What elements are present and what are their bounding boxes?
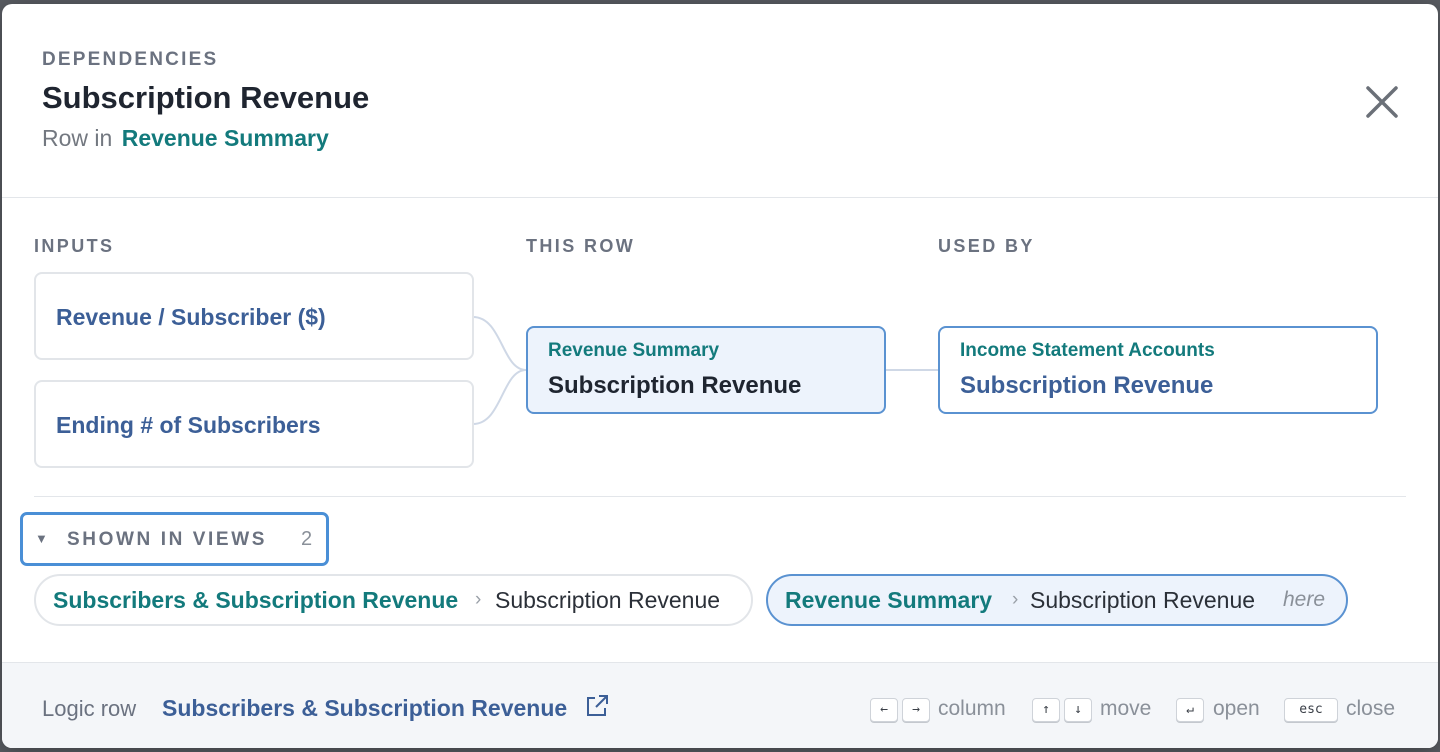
view-chip-revenue-summary[interactable]: Revenue Summary › Subscription Revenue h… bbox=[766, 574, 1348, 626]
key-down: ↓ bbox=[1064, 698, 1092, 722]
view-chip-row-name: Subscription Revenue bbox=[1030, 587, 1256, 613]
this-row-sheet: Revenue Summary bbox=[548, 340, 720, 361]
used-by-sheet: Income Statement Accounts bbox=[960, 340, 1215, 361]
view-chip-separator: › bbox=[475, 589, 482, 610]
used-by-node-income-statement[interactable]: Income Statement Accounts Subscription R… bbox=[938, 326, 1378, 414]
view-chip-row-name: Subscription Revenue bbox=[495, 587, 721, 613]
footer-lead: Logic row bbox=[42, 696, 137, 721]
shortcut-move-label: move bbox=[1100, 697, 1152, 720]
this-row-name: Subscription Revenue bbox=[548, 372, 802, 399]
view-chip-view-name: Revenue Summary bbox=[785, 587, 993, 613]
dependencies-dialog: DEPENDENCIES Subscription Revenue Row in… bbox=[2, 4, 1438, 748]
input-node-revenue-per-subscriber[interactable]: Revenue / Subscriber ($) bbox=[34, 272, 474, 360]
shown-in-views-label: SHOWN IN VIEWS bbox=[67, 529, 268, 550]
views-count-badge: 2 bbox=[301, 528, 313, 550]
key-up: ↑ bbox=[1032, 698, 1060, 722]
caret-down-icon: ▼ bbox=[35, 531, 48, 546]
section-divider bbox=[34, 496, 1406, 497]
key-enter: ↵ bbox=[1176, 698, 1204, 722]
input-node-label: Revenue / Subscriber ($) bbox=[56, 304, 326, 330]
shown-in-views-toggle[interactable]: ▼ SHOWN IN VIEWS 2 bbox=[20, 512, 329, 566]
key-esc: esc bbox=[1284, 698, 1338, 722]
view-chip-view-name: Subscribers & Subscription Revenue bbox=[53, 587, 459, 613]
shortcut-column-label: column bbox=[938, 697, 1006, 720]
logic-row-link[interactable]: Subscribers & Subscription Revenue bbox=[162, 695, 567, 722]
external-link-icon[interactable] bbox=[584, 693, 610, 719]
dialog-footer: Logic row Subscribers & Subscription Rev… bbox=[2, 662, 1438, 748]
key-right: → bbox=[902, 698, 930, 722]
key-left: ← bbox=[870, 698, 898, 722]
input-node-ending-subscribers[interactable]: Ending # of Subscribers bbox=[34, 380, 474, 468]
shortcut-close-label: close bbox=[1346, 697, 1396, 720]
view-chip-separator: › bbox=[1012, 589, 1019, 610]
view-chip-here-label: here bbox=[1283, 588, 1326, 611]
used-by-row: Subscription Revenue bbox=[960, 372, 1214, 399]
shortcut-open-label: open bbox=[1213, 697, 1260, 720]
input-node-label: Ending # of Subscribers bbox=[56, 412, 321, 438]
view-chip-subscribers[interactable]: Subscribers & Subscription Revenue › Sub… bbox=[34, 574, 753, 626]
this-row-node[interactable]: Revenue Summary Subscription Revenue bbox=[526, 326, 886, 414]
